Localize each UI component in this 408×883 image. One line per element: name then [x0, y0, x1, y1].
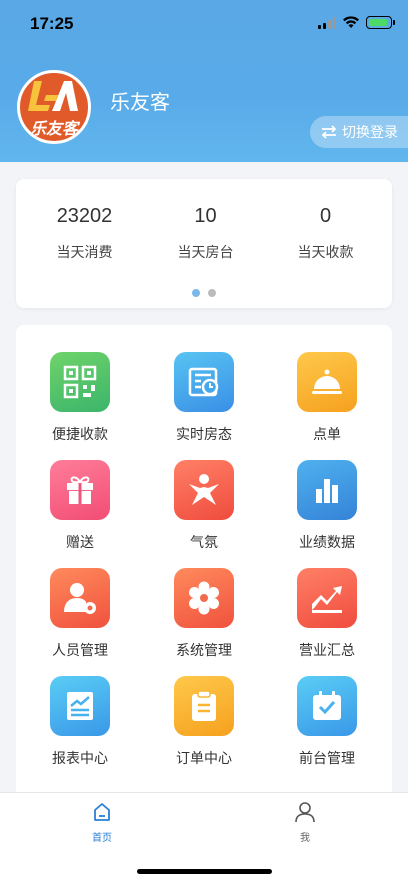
swap-arrows-icon [321, 125, 337, 139]
menu-item-order[interactable]: 点单 [267, 352, 387, 444]
menu-item-gift[interactable]: 赠送 [20, 460, 140, 552]
menu-item-system[interactable]: 系统管理 [144, 568, 264, 660]
shop-name: 乐友客 [110, 90, 170, 114]
menu-item-label: 订单中心 [176, 751, 232, 767]
menu-item-label: 点单 [313, 427, 341, 443]
brand-logo: 乐友客 [17, 70, 91, 144]
battery-icon [366, 16, 395, 29]
person-icon [295, 802, 315, 823]
function-menu: 便捷收款 实时房态 点单 赠送 气氛 业绩数据 人员管理 系统管理 营业汇总 报… [16, 325, 392, 795]
gift-icon [50, 460, 110, 520]
menu-item-order-center[interactable]: 订单中心 [144, 676, 264, 768]
menu-item-label: 系统管理 [176, 643, 232, 659]
menu-item-staff[interactable]: 人员管理 [20, 568, 140, 660]
home-indicator[interactable] [137, 869, 272, 874]
menu-item-business-summary[interactable]: 营业汇总 [267, 568, 387, 660]
page-indicator[interactable] [192, 289, 216, 297]
clipboard-icon [174, 676, 234, 736]
cloche-icon [297, 352, 357, 412]
tab-home[interactable]: 首页 [72, 801, 132, 844]
page-dot[interactable] [208, 289, 216, 297]
tab-label: 首页 [92, 833, 112, 844]
status-time: 17:25 [30, 14, 74, 33]
menu-item-report-center[interactable]: 报表中心 [20, 676, 140, 768]
menu-item-quick-payment[interactable]: 便捷收款 [20, 352, 140, 444]
qr-code-icon [50, 352, 110, 412]
room-clock-icon [174, 352, 234, 412]
home-icon [94, 803, 110, 821]
header: 17:25 乐友客 乐友客 切换登录 [0, 0, 408, 162]
menu-item-label: 前台管理 [299, 751, 355, 767]
menu-item-room-status[interactable]: 实时房态 [144, 352, 264, 444]
stat-today-rooms: 10 当天房台 [143, 205, 268, 262]
stat-value: 10 [194, 205, 217, 227]
menu-item-label: 赠送 [66, 535, 94, 551]
menu-item-label: 便捷收款 [52, 427, 108, 443]
stat-value: 23202 [56, 205, 113, 227]
stat-label: 当天收款 [297, 245, 354, 261]
user-gear-icon [50, 568, 110, 628]
switch-login-button[interactable]: 切换登录 [310, 116, 408, 148]
stat-label: 当天消费 [56, 245, 113, 261]
menu-item-label: 营业汇总 [299, 643, 355, 659]
stat-today-payments: 0 当天收款 [263, 205, 388, 262]
stats-card[interactable]: 23202 当天消费 10 当天房台 0 当天收款 [16, 179, 392, 308]
menu-item-label: 实时房态 [176, 427, 232, 443]
wifi-icon [343, 16, 359, 28]
menu-item-atmosphere[interactable]: 气氛 [144, 460, 264, 552]
menu-item-front-desk[interactable]: 前台管理 [267, 676, 387, 768]
menu-item-label: 气氛 [190, 535, 218, 551]
switch-login-label: 切换登录 [342, 125, 398, 141]
menu-item-label: 报表中心 [52, 751, 108, 767]
tab-me[interactable]: 我 [275, 801, 335, 844]
gear-icon [174, 568, 234, 628]
status-bar: 17:25 [0, 0, 408, 46]
stat-value: 0 [319, 205, 332, 227]
report-chart-icon [50, 676, 110, 736]
page-dot-active[interactable] [192, 289, 200, 297]
calendar-check-icon [297, 676, 357, 736]
stat-label: 当天房台 [177, 245, 234, 261]
signal-icon [318, 17, 336, 29]
stat-today-consumption: 23202 当天消费 [22, 205, 147, 262]
party-person-icon [174, 460, 234, 520]
logo-text: 乐友客 [29, 119, 78, 138]
tab-label: 我 [300, 833, 310, 844]
menu-item-performance[interactable]: 业绩数据 [267, 460, 387, 552]
menu-item-label: 人员管理 [52, 643, 108, 659]
bar-chart-icon [297, 460, 357, 520]
trend-up-icon [297, 568, 357, 628]
menu-item-label: 业绩数据 [299, 535, 355, 551]
